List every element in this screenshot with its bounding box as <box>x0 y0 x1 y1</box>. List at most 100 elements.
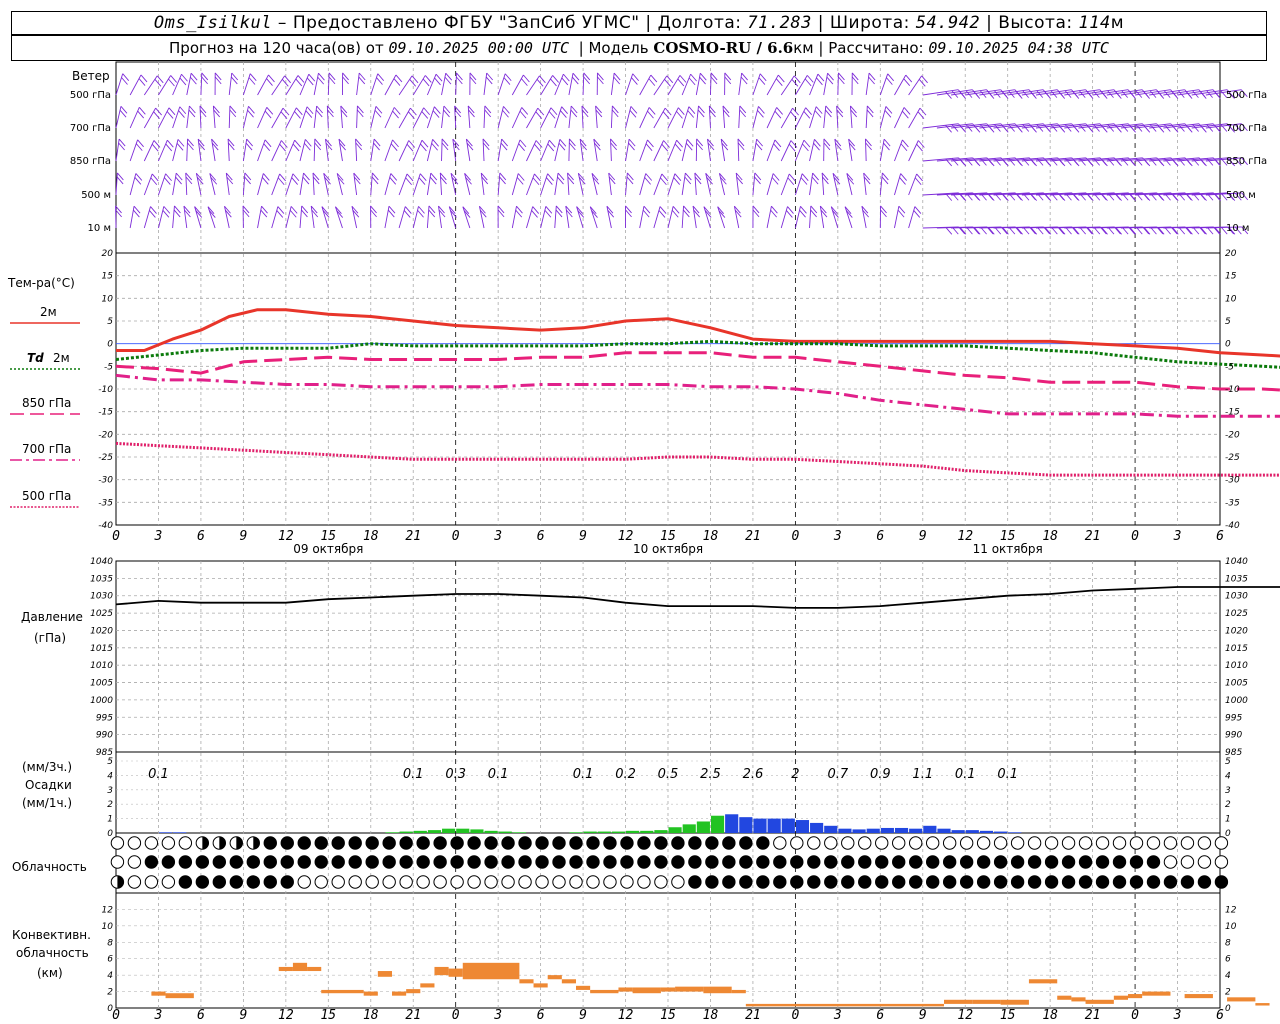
wind-barb-shaft <box>837 72 839 96</box>
cloud-circle <box>875 836 889 850</box>
wind-barb-icon <box>879 106 893 129</box>
wind-barb-icon <box>846 173 855 196</box>
cloud-circle <box>620 855 634 869</box>
cloud-circle <box>552 836 566 850</box>
cloud-symbol-icon <box>790 875 804 889</box>
cloud-circle <box>501 875 515 889</box>
pressure-tick-label: 1015 <box>90 644 113 654</box>
wind-barb-icon <box>158 206 171 229</box>
wind-barb-icon <box>540 107 558 129</box>
cloud-circle <box>705 855 719 869</box>
wind-barb-shaft <box>780 140 792 162</box>
wind-barb-shaft <box>861 206 867 229</box>
conv-legend-b: облачность <box>16 946 89 960</box>
cloud-symbol-icon <box>1180 875 1195 889</box>
time-tick-label: 0 <box>791 529 799 544</box>
wind-barb-shaft <box>257 139 266 162</box>
wind-barb-shaft <box>610 72 615 96</box>
wind-barb-shaft <box>681 106 690 129</box>
wind-barb-shaft <box>540 140 550 162</box>
cloud-circle <box>908 875 923 889</box>
cloud-half <box>219 836 226 850</box>
wind-barb-feather <box>523 74 530 83</box>
conv-cloud-bar <box>576 985 591 990</box>
cloud-circle <box>195 875 210 889</box>
wind-barb-icon <box>591 173 600 196</box>
wind-barb-shaft <box>844 206 853 229</box>
cloud-symbol-icon <box>110 875 125 889</box>
wind-barb-icon <box>667 107 685 129</box>
wind-barb-icon <box>809 172 819 196</box>
wind-barb-shaft <box>313 105 318 129</box>
wind-barb-shaft <box>143 206 151 229</box>
wind-barb-icon <box>610 138 618 162</box>
cloud-circle <box>535 855 549 869</box>
cloud-symbol-icon <box>841 836 855 850</box>
wind-barb-shaft <box>879 106 887 129</box>
precip-legend-a: (мм/3ч.) <box>22 760 72 774</box>
pressure-tick-label: 1040 <box>90 557 113 567</box>
cloud-circle <box>518 855 532 869</box>
conv-cloud-bar <box>292 962 308 972</box>
wind-barb-shaft <box>681 205 684 229</box>
wind-barb-feather <box>1072 227 1080 235</box>
wind-barb-icon <box>908 206 922 229</box>
wind-barb-icon <box>356 72 366 96</box>
cloud-circle <box>365 855 379 869</box>
wind-barb-shaft <box>426 139 434 162</box>
wind-barb-icon <box>823 105 833 129</box>
conv-cloud-bar <box>1184 994 1213 999</box>
wind-barb-icon <box>257 205 268 229</box>
cloud-symbol-icon <box>773 875 787 889</box>
conv-cloud-bar <box>547 975 562 980</box>
meteogram-chart: 0.1 0.1 0.3 0.1 0.1 0.2 0.5 2.5 2.6 2 0.7 0.9 1.1 0.1… <box>7 61 1280 1023</box>
cloud-symbol-icon <box>925 836 940 850</box>
wind-barb-shaft <box>667 173 676 196</box>
precip-bar <box>668 827 682 833</box>
wind-barb-feather <box>791 79 799 87</box>
wind-barb-shaft <box>610 138 612 162</box>
wind-barb-icon <box>143 107 162 129</box>
time-tick-label: 21 <box>405 1008 421 1023</box>
wind-barb-shaft <box>733 206 740 229</box>
cloud-circle <box>841 875 855 889</box>
wind-barb-shaft <box>894 107 905 129</box>
temp-tick-label: -15 <box>1225 408 1240 418</box>
cloud-circle <box>925 875 940 889</box>
wind-barb-feather <box>851 76 859 85</box>
wind-barb-shaft <box>497 73 506 96</box>
date-label: 11 октября <box>973 542 1043 556</box>
wind-barb-icon <box>735 172 744 196</box>
cloud-symbol-icon <box>297 875 311 889</box>
cloud-symbol-icon <box>161 855 176 869</box>
wind-barb-shaft <box>497 106 504 129</box>
wind-barb-shaft <box>186 73 192 96</box>
cloud-symbol-icon <box>416 836 430 850</box>
wind-barb-feather <box>612 105 619 114</box>
wind-barb-shaft <box>625 106 632 129</box>
wind-barb-feather <box>916 143 923 152</box>
wind-barb-feather <box>567 176 575 185</box>
wind-barb-icon <box>214 72 222 96</box>
cloud-symbol-icon <box>331 855 345 869</box>
wind-barb-shaft <box>766 74 779 96</box>
cloud-circle <box>1044 855 1059 869</box>
wind-barb-shaft <box>462 206 471 229</box>
precip-3h-label: 0.1 <box>955 767 976 782</box>
pressure-legend-a: Давление <box>21 610 83 624</box>
wind-barb-feather <box>294 111 301 119</box>
wind-barb-shaft <box>511 139 521 162</box>
cloud-symbol-icon <box>212 836 227 850</box>
wind-barb-icon <box>412 107 431 129</box>
wind-barb-shaft <box>412 206 419 229</box>
cloud-circle <box>1044 836 1059 850</box>
time-tick-label: 18 <box>1042 1008 1058 1023</box>
precipitation-bars: 0.1 0.1 0.3 0.1 0.1 0.2 0.5 2.5 2.6 2 0.7 0.9 1.1 0.1… <box>148 767 1022 833</box>
wind-barb-shaft <box>412 107 425 129</box>
precip-3h-label: 2.6 <box>743 767 764 782</box>
wind-barb-feather <box>1186 227 1193 235</box>
wind-barb-icon <box>708 105 716 129</box>
cloud-symbol-icon <box>399 875 413 889</box>
cloud-circle <box>993 875 1008 889</box>
wind-barb-feather <box>227 142 235 151</box>
